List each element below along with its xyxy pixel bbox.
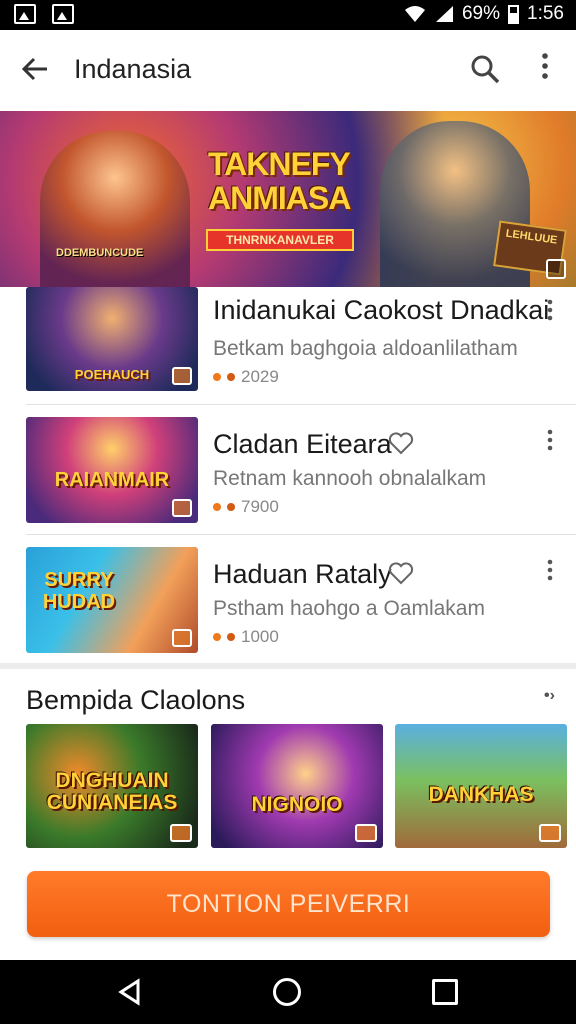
thumbnail-label: SURRY HUDAD	[42, 569, 116, 613]
list-item-meta: 2029	[213, 367, 279, 387]
page-title: Indanasia	[74, 54, 192, 84]
more-vert-icon	[547, 559, 553, 581]
rating-dot-icon	[213, 633, 221, 641]
list-item-thumbnail: SURRY HUDAD	[26, 547, 198, 653]
banner-title: TAKNEFY ANMIASA	[208, 146, 351, 216]
nav-home-icon[interactable]	[273, 978, 301, 1006]
tile-label: DNGHUAIN CUNIANEIAS	[46, 769, 178, 814]
thumbnail-label: RAIANMAIR	[54, 469, 170, 491]
image-icon	[355, 824, 377, 842]
list-item-title: Inidanukai Caokost Dnadkai	[213, 295, 550, 325]
nav-recents-icon[interactable]	[432, 979, 458, 1005]
heart-icon[interactable]	[388, 561, 414, 585]
section-more-button[interactable]: •›	[544, 687, 555, 705]
list-item-count: 7900	[241, 497, 279, 516]
tile-label: NIGNOIO	[251, 793, 343, 816]
battery-percent: 69%	[461, 3, 501, 24]
section-title: Bempida Claolons	[26, 685, 246, 715]
thumbnail-label: POEHAUCH	[74, 367, 150, 382]
featured-banner[interactable]: TAKNEFY ANMIASA THNRNKANAVLER DDEMBUNCUD…	[0, 111, 576, 287]
nav-back-icon[interactable]	[116, 978, 144, 1006]
clock: 1:56	[527, 3, 564, 24]
list-item-more-button[interactable]	[538, 299, 562, 329]
list-item-thumbnail: POEHAUCH	[26, 287, 198, 391]
image-icon	[170, 824, 192, 842]
list-item-subtitle: Pstham haohgo a Oamlakam	[213, 597, 485, 620]
list-item-title: Haduan Rataly	[213, 559, 392, 589]
list-item-meta: 7900	[213, 497, 279, 517]
banner-left-label: DDEMBUNCUDE	[56, 247, 144, 259]
heart-icon[interactable]	[388, 431, 414, 455]
system-nav-bar	[0, 960, 576, 1024]
list-item-meta: 1000	[213, 627, 279, 647]
list-item-count: 1000	[241, 627, 279, 646]
image-icon	[172, 499, 192, 517]
status-bar: 69% 1:56	[0, 0, 576, 30]
game-tile[interactable]: NIGNOIO	[211, 724, 383, 848]
game-tile[interactable]: DNGHUAIN CUNIANEIAS	[26, 724, 198, 848]
app-bar: Indanasia	[0, 30, 576, 110]
list-item[interactable]: RAIANMAIR Cladan Eiteara Retnam kannooh …	[0, 405, 576, 535]
rating-dot-icon	[227, 503, 235, 511]
list-item-title: Cladan Eiteara	[213, 429, 392, 459]
primary-action-button[interactable]: TONTION PEIVERRI	[27, 871, 550, 937]
image-icon	[172, 367, 192, 385]
list-item-subtitle: Betkam baghgoia aldoanlilatham	[213, 337, 518, 360]
list-item-thumbnail: RAIANMAIR	[26, 417, 198, 523]
search-button[interactable]	[468, 52, 502, 86]
more-vert-icon	[542, 53, 548, 79]
battery-icon	[508, 4, 520, 24]
list-item[interactable]: SURRY HUDAD Haduan Rataly Pstham haohgo …	[0, 535, 576, 663]
rating-dot-icon	[227, 633, 235, 641]
list-item-more-button[interactable]	[538, 559, 562, 589]
rating-dot-icon	[227, 373, 235, 381]
image-icon	[539, 824, 561, 842]
image-icon	[172, 629, 192, 647]
more-vert-icon	[547, 299, 553, 321]
wifi-icon	[404, 6, 425, 22]
rating-dot-icon	[213, 373, 221, 381]
list-item-count: 2029	[241, 367, 279, 386]
banner-hero-left-art	[40, 131, 190, 287]
game-tile[interactable]: DANKHAS	[395, 724, 567, 848]
more-vert-icon	[547, 429, 553, 451]
tile-label: DANKHAS	[428, 783, 534, 806]
arrow-back-icon	[21, 57, 47, 81]
banner-ribbon: THNRNKANAVLER	[206, 229, 354, 251]
image-icon	[546, 259, 566, 279]
rating-dot-icon	[213, 503, 221, 511]
gallery-notification-icon	[14, 4, 36, 24]
signal-icon	[435, 6, 453, 22]
back-button[interactable]	[20, 54, 56, 86]
list-item-more-button[interactable]	[538, 429, 562, 459]
search-icon	[471, 55, 500, 84]
list-item-subtitle: Retnam kannooh obnalalkam	[213, 467, 487, 490]
list-item[interactable]: POEHAUCH Inidanukai Caokost Dnadkai Betk…	[0, 287, 576, 405]
overflow-menu-button[interactable]	[530, 52, 560, 86]
image-notification-icon	[52, 4, 74, 24]
